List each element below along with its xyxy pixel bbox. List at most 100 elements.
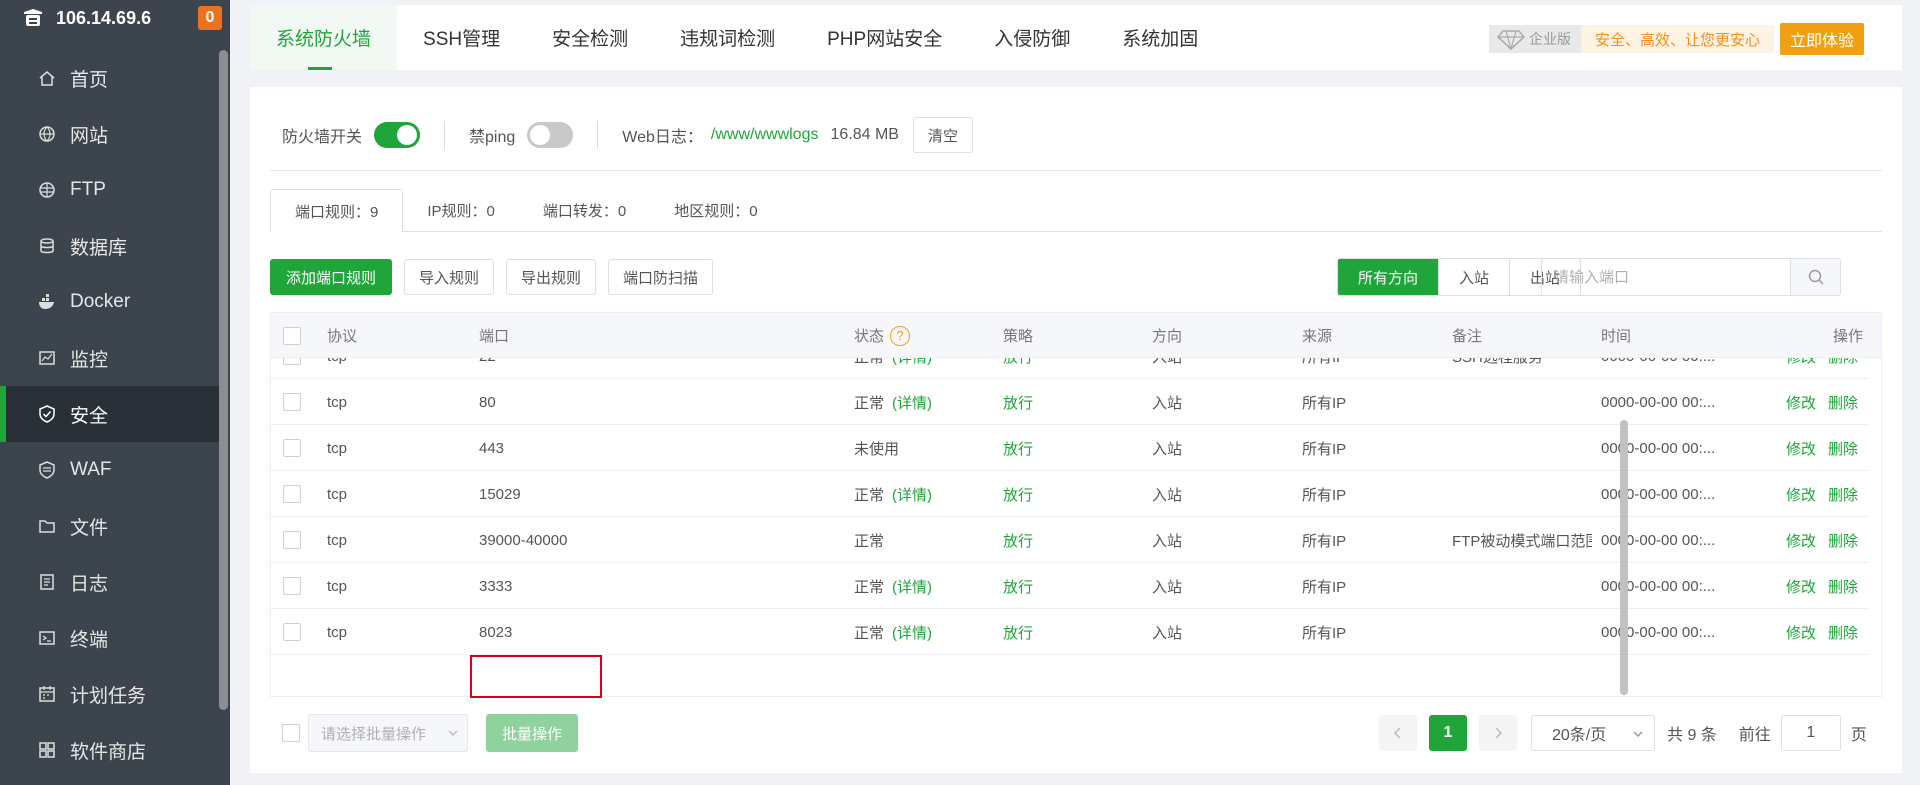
table-row[interactable]: tcp 8023 正常 (详情) 放行 入站 所有IP 0000-00-00 00:... 修改… <box>271 609 1868 655</box>
status-detail-link[interactable]: (详情) <box>892 392 932 413</box>
source-cell: 所有IP <box>1302 486 1347 504</box>
delete-link[interactable]: 删除 <box>1828 392 1858 413</box>
rule-tab[interactable]: 端口转发：0 <box>519 189 650 232</box>
row-checkbox[interactable] <box>283 393 301 411</box>
delete-link[interactable]: 删除 <box>1828 484 1858 505</box>
table-body[interactable]: tcp21未使用放行入站所有IPFTP协议默认端口0000-00-00 00:.… <box>271 313 1868 696</box>
batch-operation-select[interactable]: 请选择批量操作 <box>308 714 468 752</box>
tab-item[interactable]: 违规词检测 <box>654 5 801 70</box>
ops-cell: 修改删除 <box>1728 471 1858 517</box>
rule-tab[interactable]: 地区规则：0 <box>650 189 781 232</box>
tab-item[interactable]: SSH管理 <box>397 5 526 70</box>
notification-badge[interactable]: 0 <box>198 6 222 30</box>
row-checkbox[interactable] <box>283 623 301 641</box>
prev-page-button[interactable] <box>1379 715 1417 751</box>
page-size-select[interactable]: 20条/页 <box>1531 715 1655 751</box>
sidebar-item[interactable]: 数据库 <box>0 218 220 274</box>
page-number[interactable]: 1 <box>1429 715 1467 751</box>
edit-link[interactable]: 修改 <box>1786 484 1816 505</box>
sidebar-scrollbar[interactable] <box>219 50 228 710</box>
sidebar-item[interactable]: 监控 <box>0 330 220 386</box>
pagination: 1 20条/页 共 9 条 前往 页 <box>1379 714 1867 752</box>
sidebar-item-label: 数据库 <box>70 237 128 259</box>
row-checkbox[interactable] <box>283 485 301 503</box>
import-rules-button[interactable]: 导入规则 <box>404 259 495 295</box>
tab-item[interactable]: 系统加固 <box>1096 5 1224 70</box>
tab-item[interactable]: 系统防火墙 <box>250 5 398 70</box>
sidebar-item[interactable]: WAF <box>0 442 220 498</box>
tab-list: 系统防火墙 SSH管理 安全检测 违规词检测 PHP网站安全 入侵防御 系统加固 <box>250 5 1224 70</box>
edit-link[interactable]: 修改 <box>1786 438 1816 459</box>
sidebar-item[interactable]: 首页 <box>0 50 220 106</box>
server-ip[interactable]: 106.14.69.6 <box>56 8 151 29</box>
table-row[interactable]: tcp 39000-40000 正常 放行 入站 所有IP FTP被动模式端口范围 0000-… <box>271 517 1868 563</box>
port-cell: 80 <box>479 393 496 411</box>
header-ops: 操作 <box>1832 328 1863 345</box>
delete-link[interactable]: 删除 <box>1828 530 1858 551</box>
row-checkbox[interactable] <box>283 439 301 457</box>
direction-option[interactable]: 所有方向 <box>1338 259 1439 295</box>
clear-log-button[interactable]: 清空 <box>912 117 973 153</box>
footer-select-all-checkbox[interactable] <box>282 724 300 742</box>
sidebar-item[interactable]: 安全 <box>0 386 220 442</box>
sidebar-item[interactable]: 文件 <box>0 498 220 554</box>
row-checkbox-cell <box>283 517 301 563</box>
status-cell: 正常 (详情) <box>854 609 932 655</box>
batch-operation-button[interactable]: 批量操作 <box>486 714 579 752</box>
delete-link[interactable]: 删除 <box>1828 438 1858 459</box>
sidebar-item[interactable]: 网站 <box>0 106 220 162</box>
row-checkbox[interactable] <box>283 577 301 595</box>
status-detail-link[interactable]: (详情) <box>892 576 932 597</box>
question-icon[interactable]: ? <box>890 325 911 346</box>
sidebar-item-label: 安全 <box>70 405 109 427</box>
status-detail-link[interactable]: (详情) <box>892 484 932 505</box>
firewall-toggle[interactable] <box>374 122 421 148</box>
trial-button[interactable]: 立即体验 <box>1779 23 1864 55</box>
tab-item[interactable]: 安全检测 <box>526 5 654 70</box>
delete-link[interactable]: 删除 <box>1828 576 1858 597</box>
port-search-input[interactable] <box>1542 259 1790 295</box>
weblog-path-link[interactable]: /www/wwwlogs <box>711 126 819 144</box>
firewall-switch-label: 防火墙开关 <box>282 129 363 146</box>
sidebar-item[interactable]: 计划任务 <box>0 666 220 722</box>
sidebar-item[interactable]: 软件商店 <box>0 722 220 778</box>
server-header: 106.14.69.6 0 <box>0 0 230 36</box>
chevron-left-icon <box>1393 727 1401 739</box>
row-checkbox[interactable] <box>283 531 301 549</box>
select-all-checkbox[interactable] <box>283 326 301 345</box>
port-scan-protection-button[interactable]: 端口防扫描 <box>608 259 714 295</box>
port-search <box>1541 258 1841 296</box>
table-row[interactable]: tcp 15029 正常 (详情) 放行 入站 所有IP 0000-00-00 00:... 修… <box>271 471 1868 517</box>
direction-option[interactable]: 入站 <box>1438 259 1509 295</box>
ping-toggle[interactable] <box>527 122 574 148</box>
row-checkbox-cell <box>283 471 301 517</box>
table-row[interactable]: tcp 443 未使用 放行 入站 所有IP 0000-00-00 00:... 修改 删除 <box>271 425 1868 471</box>
edit-link[interactable]: 修改 <box>1786 576 1816 597</box>
home-icon <box>39 71 55 86</box>
source-cell: 所有IP <box>1302 578 1347 596</box>
sidebar-item[interactable]: FTP <box>0 162 220 218</box>
tab-item[interactable]: 入侵防御 <box>968 5 1096 70</box>
search-button[interactable] <box>1790 259 1840 295</box>
rule-tab[interactable]: IP规则：0 <box>403 189 519 232</box>
export-rules-button[interactable]: 导出规则 <box>506 259 597 295</box>
rule-tab[interactable]: 端口规则：9 <box>270 189 404 233</box>
sidebar-item[interactable]: 日志 <box>0 554 220 610</box>
top-tabs: 系统防火墙 SSH管理 安全检测 违规词检测 PHP网站安全 入侵防御 系统加固 企业版 安… <box>250 5 1902 70</box>
tab-item[interactable]: PHP网站安全 <box>801 5 968 70</box>
sidebar-item[interactable]: Docker <box>0 274 220 330</box>
table-scrollbar[interactable] <box>1620 420 1628 695</box>
status-detail-link[interactable]: (详情) <box>892 622 932 643</box>
protocol-cell: tcp <box>327 393 348 411</box>
edit-link[interactable]: 修改 <box>1786 622 1816 643</box>
sidebar-item[interactable]: 终端 <box>0 610 220 666</box>
edit-link[interactable]: 修改 <box>1786 530 1816 551</box>
table-row[interactable]: tcp 80 正常 (详情) 放行 入站 所有IP 0000-00-00 00:... 修改 删除 <box>271 379 1868 425</box>
time-cell: 0000-00-00 00:... <box>1601 485 1716 503</box>
add-port-rule-button[interactable]: 添加端口规则 <box>270 259 393 295</box>
delete-link[interactable]: 删除 <box>1828 622 1858 643</box>
table-row[interactable]: tcp 3333 正常 (详情) 放行 入站 所有IP 0000-00-00 00:... 修改… <box>271 563 1868 609</box>
next-page-button[interactable] <box>1479 715 1517 751</box>
edit-link[interactable]: 修改 <box>1786 392 1816 413</box>
goto-page-input[interactable] <box>1780 715 1841 751</box>
